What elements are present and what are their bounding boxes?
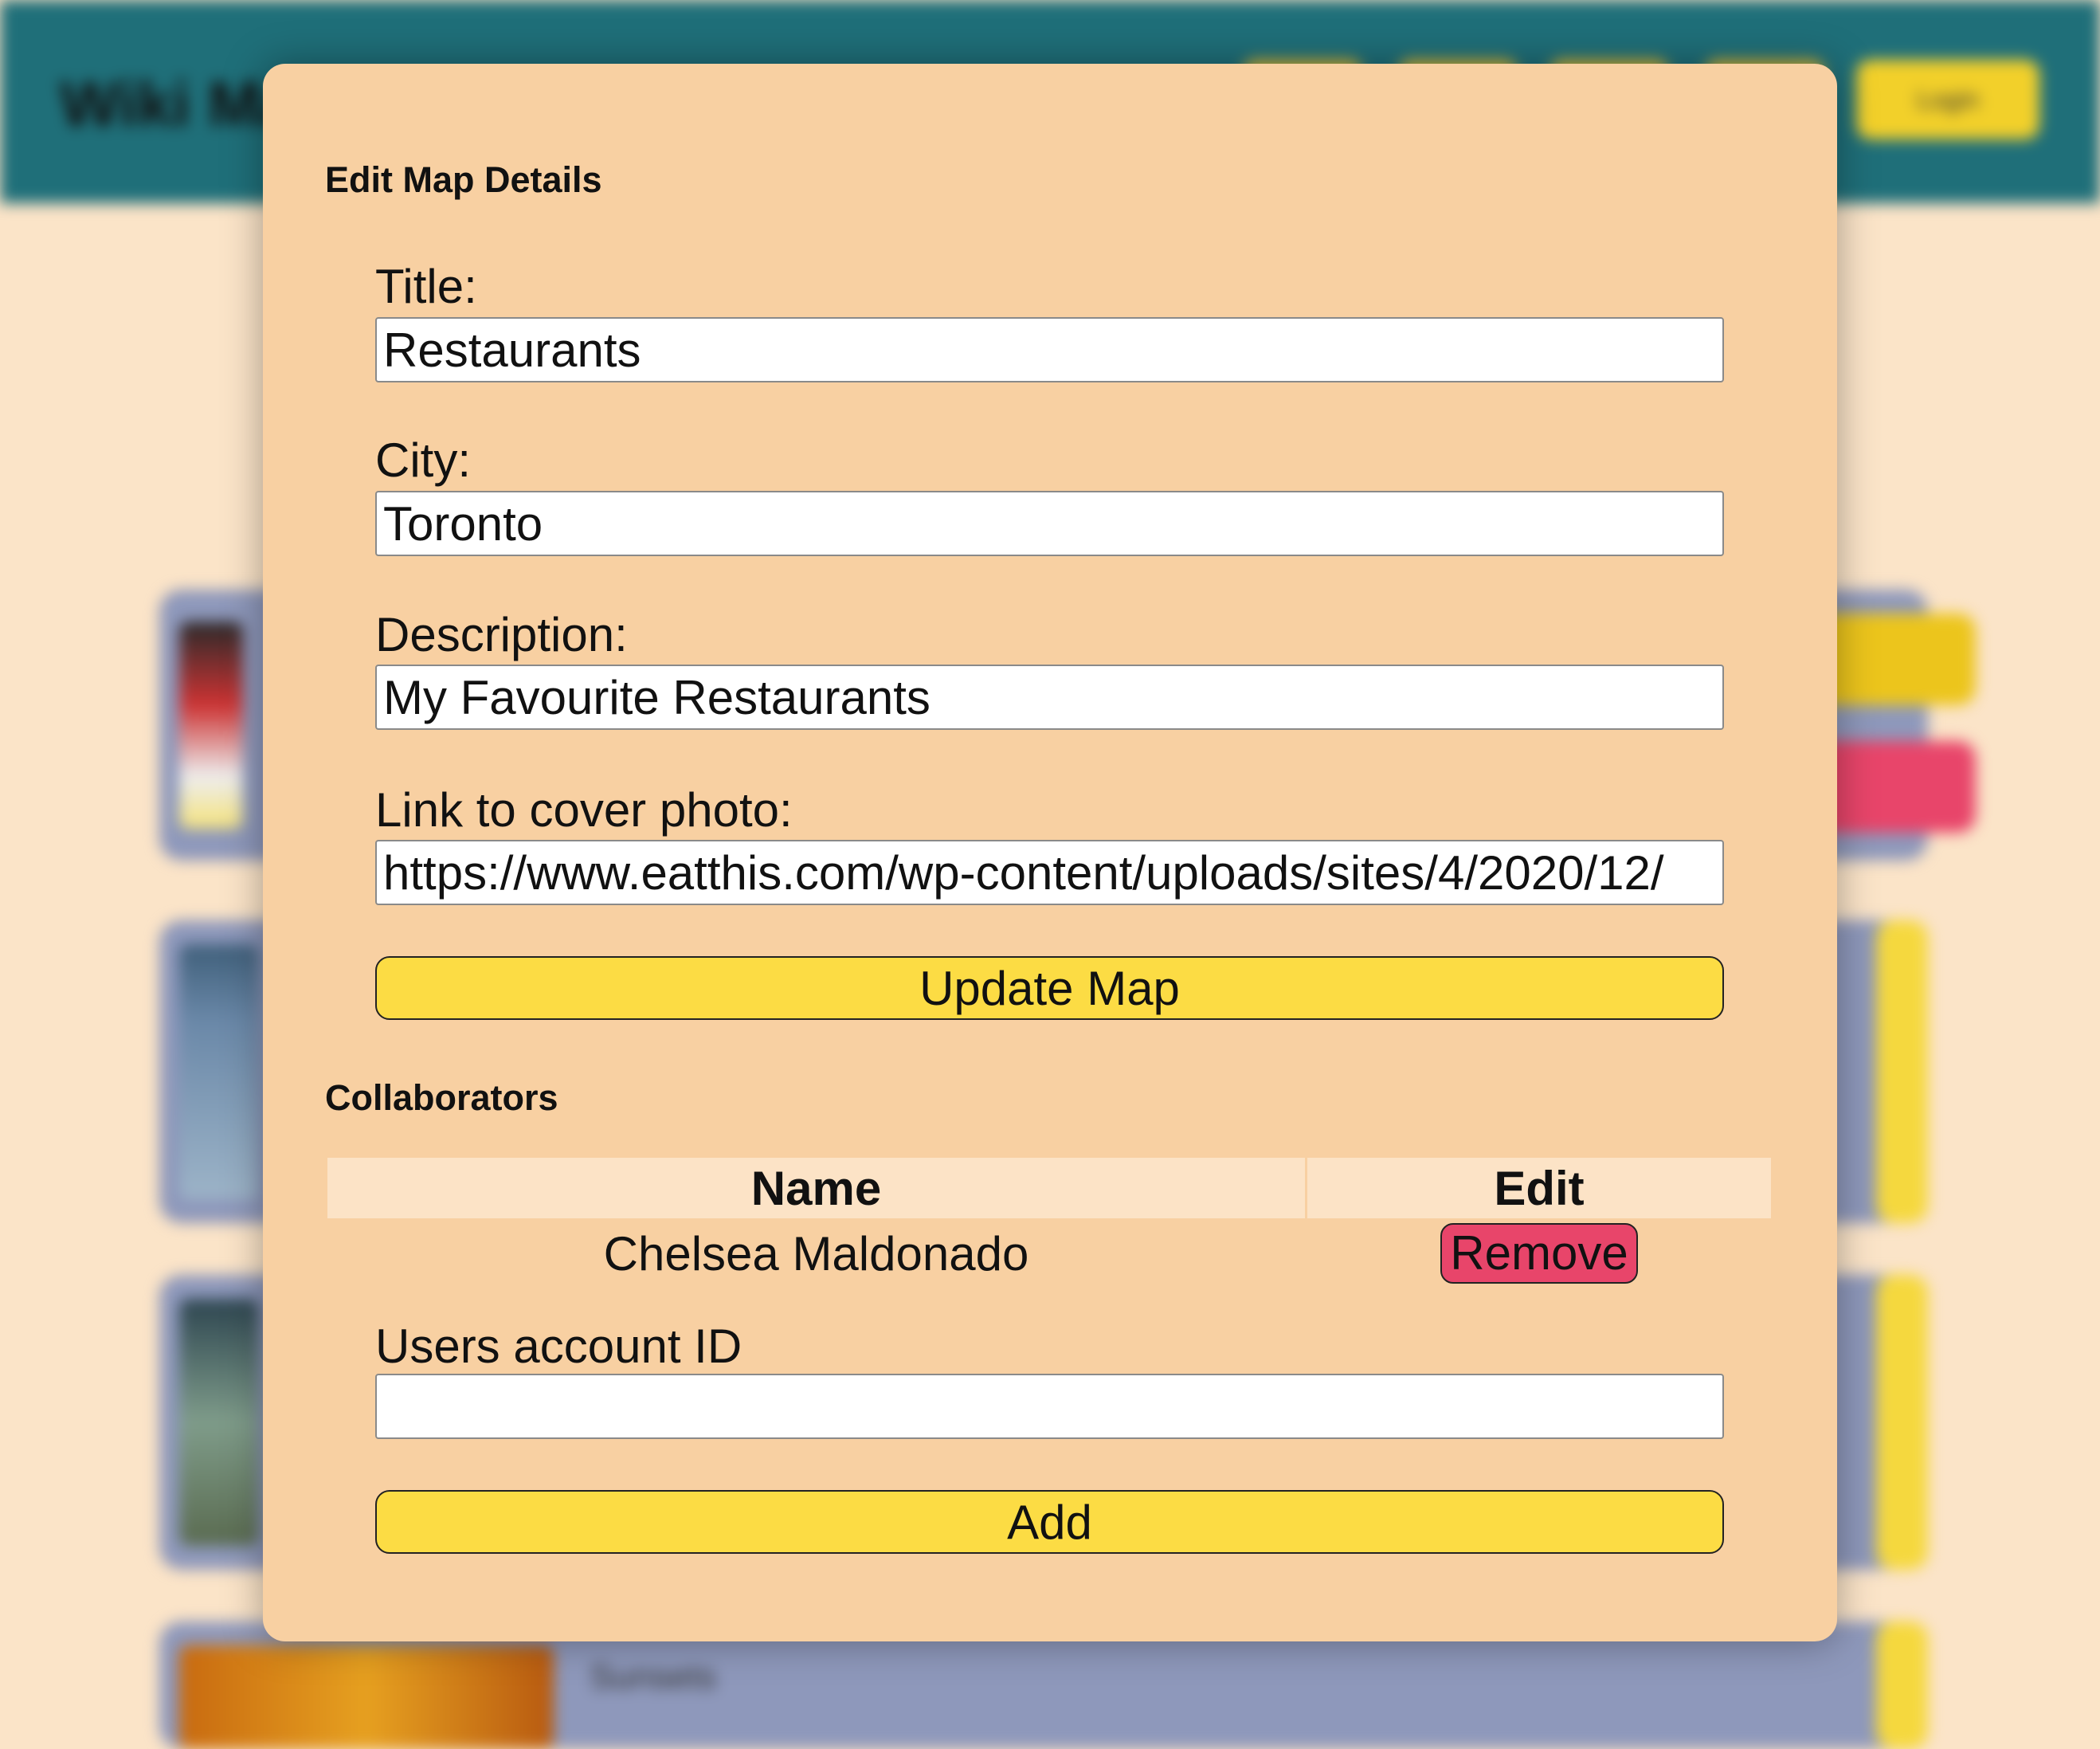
city-input[interactable]: [375, 491, 1724, 556]
remove-collaborator-button[interactable]: Remove: [1440, 1223, 1638, 1284]
edit-map-modal: Edit Map Details Title: City: Descriptio…: [263, 64, 1837, 1641]
account-id-label: Users account ID: [375, 1320, 742, 1373]
collaborators-table: Name Edit Chelsea Maldonado Remove: [325, 1155, 1773, 1288]
account-id-input[interactable]: [375, 1374, 1724, 1439]
title-label: Title:: [375, 260, 477, 313]
map-card-photo: [179, 622, 243, 829]
add-collaborator-button[interactable]: Add: [375, 1490, 1724, 1554]
collaborator-edit-cell: Remove: [1307, 1221, 1771, 1286]
update-map-button[interactable]: Update Map: [375, 956, 1724, 1020]
login-button: Login: [1856, 60, 2039, 139]
map-card-title: Sunsets: [590, 1657, 716, 1696]
city-label: City:: [375, 433, 471, 487]
cover-photo-label: Link to cover photo:: [375, 783, 793, 837]
collaborator-name: Chelsea Maldonado: [603, 1226, 1029, 1280]
map-card-side-button: [1876, 1622, 1928, 1749]
cover-photo-input[interactable]: [375, 840, 1724, 905]
modal-heading: Edit Map Details: [325, 159, 602, 200]
table-row: Chelsea Maldonado Remove: [327, 1221, 1771, 1286]
description-label: Description:: [375, 608, 628, 661]
collaborators-heading: Collaborators: [325, 1077, 558, 1118]
map-card-photo: [179, 1299, 259, 1546]
map-card-side-button: [1876, 1275, 1928, 1570]
description-input[interactable]: [375, 665, 1724, 730]
map-card-photo: [179, 1645, 554, 1749]
title-input[interactable]: [375, 317, 1724, 382]
map-card-photo: [179, 944, 259, 1199]
map-card-side-button: [1876, 920, 1928, 1223]
column-header-name: Name: [327, 1158, 1305, 1218]
column-header-edit: Edit: [1307, 1158, 1771, 1218]
